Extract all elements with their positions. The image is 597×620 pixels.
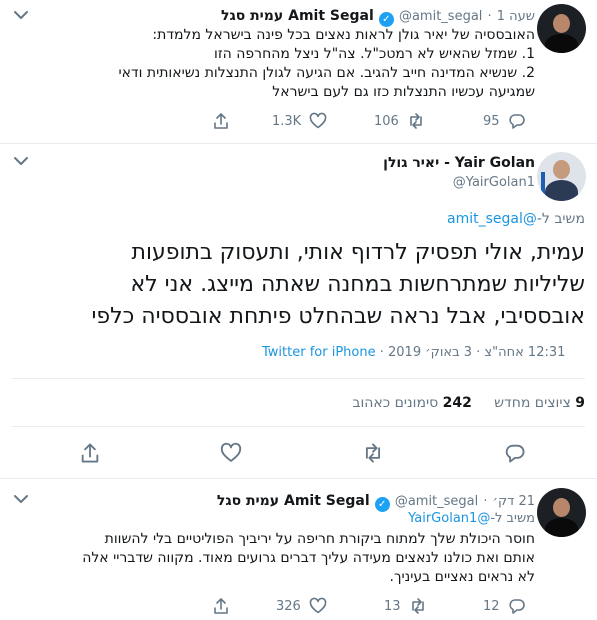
replying-to: משיב ל-@amit_segal	[185, 211, 585, 227]
like-count: 326	[276, 598, 301, 614]
author-name[interactable]: עמית סגל Amit Segal	[221, 8, 374, 24]
tweet-line: שליליות שמתרחשות במחנה שאתה מייצג. אני ל…	[130, 272, 585, 297]
tweet-line: שמגיעה עכשיו התנצלות כזו גם לעם בישראל	[272, 84, 535, 100]
tweet-meta: Twitter for iPhone 12:31 אחה"צ · 3 באוק׳…	[262, 345, 565, 360]
tweet-line: האובססיה של יאיר גולן לראות נאצים בכל פי…	[152, 27, 535, 43]
tweet-line: אובססיבי, אבל נראה שבהחלט פיתחת אובססיה …	[91, 304, 585, 329]
replying-to-label: משיב ל-	[536, 211, 585, 227]
share-icon	[214, 598, 228, 614]
tweet-line: חוסר היכולת שלך למתוח ביקורת חריפה על יר…	[104, 531, 535, 547]
chevron-down-icon[interactable]	[12, 154, 30, 168]
reply-button[interactable]: 95	[483, 112, 526, 130]
retweet-button[interactable]: 106	[374, 112, 425, 130]
author-name[interactable]: יאיר גולן - Yair Golan	[135, 155, 535, 171]
heart-icon	[309, 597, 327, 614]
heart-icon	[309, 112, 327, 129]
tweet-line: 1. שמזל שהאיש לא רמטכ"ל. צה"ל ניצל מהחרפ…	[214, 46, 535, 62]
reply-button[interactable]: 12	[483, 597, 526, 615]
retweet-count: 106	[374, 113, 399, 129]
tweet-source-link[interactable]: Twitter for iPhone	[262, 345, 376, 360]
reply-count: 95	[483, 113, 500, 129]
divider	[12, 378, 585, 379]
like-count: 1.3K	[272, 113, 302, 129]
tweet-timestamp[interactable]: 12:31 אחה"צ · 3 באוק׳ 2019 ·	[380, 345, 566, 360]
chevron-down-icon[interactable]	[12, 8, 30, 22]
divider	[0, 143, 597, 144]
retweet-icon[interactable]	[362, 442, 384, 464]
share-button[interactable]	[212, 597, 230, 615]
verified-badge-icon: ✓	[378, 12, 394, 27]
retweets-stat[interactable]: 9 ציוצים מחדש	[494, 395, 585, 411]
likes-stat[interactable]: 242 סימונים כאהוב	[352, 395, 472, 411]
reply-count: 12	[483, 598, 500, 614]
replying-to-handle[interactable]: @YairGolan1	[408, 511, 490, 526]
tweet-time[interactable]: 21 דק׳	[493, 494, 535, 509]
like-button[interactable]: 1.3K	[272, 112, 327, 130]
main-tweet-text: עמית, אולי תפסיק לרדוף אותי, ותעסוק בתופ…	[5, 237, 585, 333]
author-handle[interactable]: @YairGolan1	[135, 175, 535, 190]
tweet-header: עמית סגל Amit Segal ✓ @amit_segal · 21 ד…	[65, 490, 535, 512]
retweet-icon	[411, 598, 424, 614]
tweet-text: האובססיה של יאיר גולן לראות נאצים בכל פי…	[15, 26, 536, 102]
retweet-button[interactable]: 13	[384, 597, 427, 615]
retweet-count: 13	[384, 598, 401, 614]
author-handle[interactable]: @amit_segal	[395, 494, 478, 509]
chevron-down-icon[interactable]	[12, 492, 30, 506]
likes-label: סימונים כאהוב	[352, 395, 439, 411]
retweet-icon	[410, 113, 422, 129]
tweet-line: 2. שנשיא המדינה חייב להגיב. אם הגיעה לגו…	[118, 65, 536, 81]
author-handle[interactable]: @amit_segal	[399, 9, 482, 24]
tweet-text: חוסר היכולת שלך למתוח ביקורת חריפה על יר…	[15, 530, 535, 587]
like-button[interactable]: 326	[276, 597, 327, 615]
tweet-line: עמית, אולי תפסיק לרדוף אותי, ותעסוק בתופ…	[131, 240, 585, 265]
dot-separator: ·	[483, 494, 488, 509]
tweet-header: עמית סגל Amit Segal ✓ @amit_segal · שעה …	[65, 5, 535, 27]
verified-badge-icon: ✓	[374, 497, 390, 512]
reply-icon	[508, 114, 525, 129]
retweets-count: 9	[575, 395, 585, 411]
divider	[0, 478, 597, 479]
tweet-stats: 9 ציוצים מחדש 242 סימונים כאהוב	[185, 395, 585, 411]
author-name[interactable]: עמית סגל Amit Segal	[217, 493, 370, 509]
dot-separator: ·	[487, 9, 492, 24]
tweet-time[interactable]: שעה 1	[497, 9, 535, 24]
replying-to-label: משיב ל-	[490, 511, 535, 526]
replying-to-handle[interactable]: @amit_segal	[447, 211, 537, 227]
retweets-label: ציוצים מחדש	[494, 395, 571, 411]
share-icon	[214, 113, 228, 129]
tweet-line: לא נראים נאציים בעיניך.	[389, 569, 535, 585]
flag-decoration	[541, 172, 545, 194]
tweet-line: אותם ואת כולנו לנאצים מעידה עליך דברים ג…	[82, 550, 535, 566]
divider	[12, 426, 585, 427]
author-block: יאיר גולן - Yair Golan @YairGolan1	[135, 155, 535, 190]
avatar[interactable]	[537, 488, 586, 537]
likes-count: 242	[442, 395, 472, 411]
reply-icon	[508, 599, 525, 614]
replying-to: משיב ל-@YairGolan1	[135, 511, 535, 526]
avatar[interactable]	[537, 4, 586, 53]
share-icon[interactable]	[79, 442, 101, 464]
share-button[interactable]	[212, 112, 230, 130]
reply-icon[interactable]	[504, 442, 526, 464]
avatar[interactable]	[537, 152, 586, 201]
heart-icon[interactable]	[220, 442, 242, 464]
